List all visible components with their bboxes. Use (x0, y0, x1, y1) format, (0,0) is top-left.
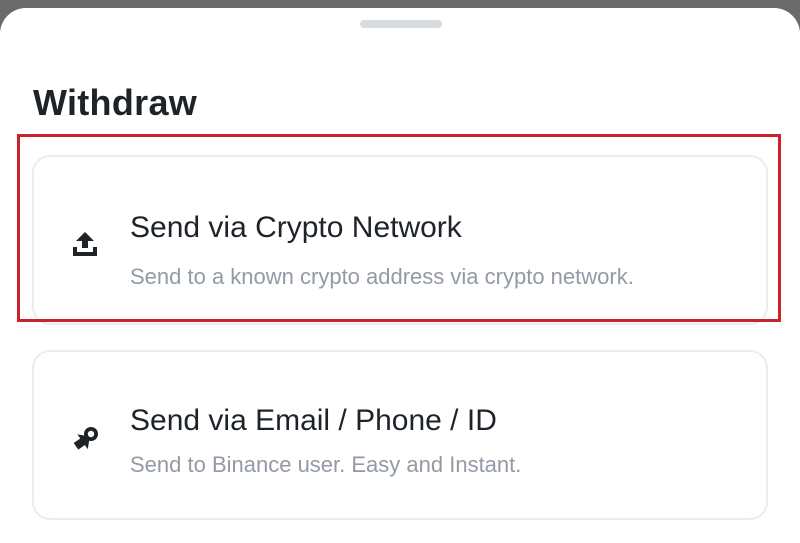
send-user-icon (68, 422, 102, 456)
sheet-title: Withdraw (33, 82, 198, 123)
drag-handle[interactable] (360, 20, 442, 28)
highlight-box (17, 134, 781, 322)
option-description: Send to Binance user. Easy and Instant. (130, 452, 522, 477)
send-via-email-phone-id-option[interactable]: Send via Email / Phone / ID Send to Bina… (32, 350, 768, 520)
option-title: Send via Email / Phone / ID (130, 404, 497, 437)
